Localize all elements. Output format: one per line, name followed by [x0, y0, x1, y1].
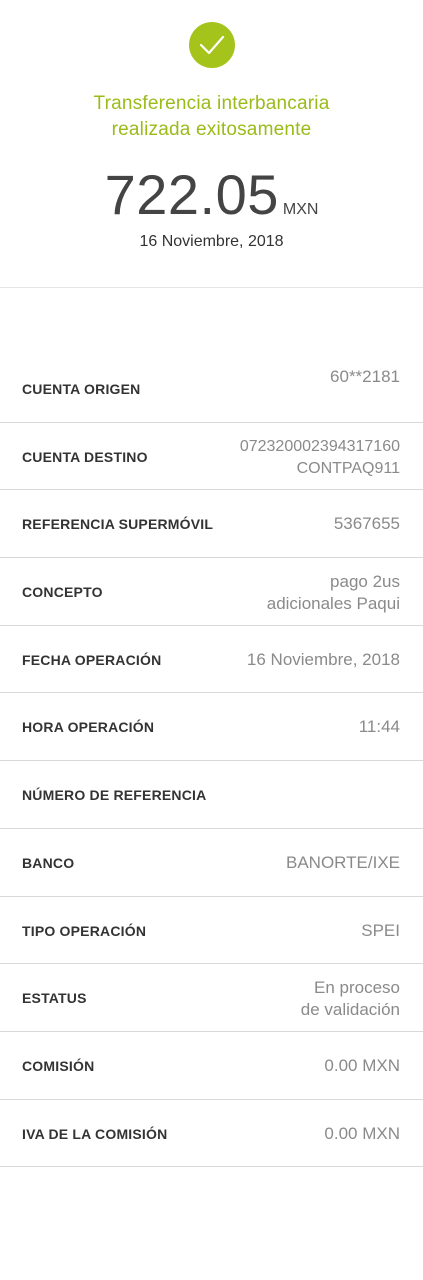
success-title-line2: realizada exitosamente — [111, 119, 312, 140]
success-check-icon — [189, 22, 235, 68]
detail-label: ESTATUS — [22, 990, 87, 1007]
detail-label: CUENTA DESTINO — [22, 448, 148, 465]
detail-label: BANCO — [22, 854, 75, 871]
detail-row-estatus: ESTATUS En proceso de validación — [0, 964, 423, 1032]
detail-value: 0.00 MXN — [324, 1055, 400, 1075]
success-title-line1: Transferencia interbancaria — [93, 93, 330, 114]
detail-row-tipo-operacion: TIPO OPERACIÓN SPEI — [0, 897, 423, 965]
detail-label: CUENTA ORIGEN — [22, 381, 141, 397]
success-title: Transferencia interbancaria realizada ex… — [0, 91, 423, 143]
detail-row-fecha-operacion: FECHA OPERACIÓN 16 Noviembre, 2018 — [0, 626, 423, 694]
detail-value-line1: En proceso — [314, 978, 400, 998]
detail-row-numero-referencia: NÚMERO DE REFERENCIA — [0, 761, 423, 829]
detail-row-comision: COMISIÓN 0.00 MXN — [0, 1032, 423, 1100]
detail-label: HORA OPERACIÓN — [22, 719, 155, 736]
detail-label: TIPO OPERACIÓN — [22, 922, 147, 939]
detail-value-line2: de validación — [300, 1000, 400, 1020]
detail-label: COMISIÓN — [22, 1057, 95, 1074]
detail-row-hora-operacion: HORA OPERACIÓN 11:44 — [0, 693, 423, 762]
detail-value: 60**2181 — [330, 367, 400, 386]
detail-value-line1: pago 2us — [330, 572, 400, 592]
detail-value-line2: adicionales Paqui — [266, 594, 400, 614]
detail-row-cuenta-origen: CUENTA ORIGEN 60**2181 — [0, 355, 423, 423]
detail-label: IVA DE LA COMISIÓN — [22, 1125, 168, 1142]
detail-row-iva-comision: IVA DE LA COMISIÓN 0.00 MXN — [0, 1100, 423, 1168]
detail-value: BANORTE/IXE — [286, 852, 400, 872]
detail-value: En proceso de validación — [301, 977, 400, 1021]
detail-value-line2: CONTPAQ911 — [296, 459, 400, 477]
detail-row-referencia-supermovil: REFERENCIA SUPERMÓVIL 5367655 — [0, 490, 423, 559]
amount-value: 722.05 — [104, 163, 279, 226]
detail-value: 11:44 — [358, 717, 400, 737]
detail-label: NÚMERO DE REFERENCIA — [22, 787, 207, 804]
receipt-header: Transferencia interbancaria realizada ex… — [0, 0, 423, 288]
amount-display: 722.05 MXN — [0, 164, 423, 226]
amount-currency: MXN — [282, 201, 319, 218]
check-icon — [199, 35, 225, 55]
detail-value-line1: 072320002394317160 — [239, 437, 400, 455]
detail-value: 16 Noviembre, 2018 — [246, 649, 400, 669]
detail-label: FECHA OPERACIÓN — [22, 651, 162, 668]
detail-row-cuenta-destino: CUENTA DESTINO 072320002394317160 CONTPA… — [0, 423, 423, 491]
transfer-date: 16 Noviembre, 2018 — [139, 233, 284, 250]
detail-row-banco: BANCO BANORTE/IXE — [0, 829, 423, 897]
detail-value: SPEI — [361, 920, 400, 940]
detail-value: 0.00 MXN — [324, 1123, 400, 1143]
detail-row-concepto: CONCEPTO pago 2us adicionales Paqui — [0, 558, 423, 626]
detail-value: 5367655 — [333, 514, 400, 534]
detail-value: 072320002394317160 CONTPAQ911 — [240, 436, 400, 480]
details-list: CUENTA ORIGEN 60**2181 CUENTA DESTINO 07… — [0, 355, 423, 1168]
detail-label: REFERENCIA SUPERMÓVIL — [22, 516, 214, 533]
detail-label: CONCEPTO — [22, 584, 103, 601]
detail-value: pago 2us adicionales Paqui — [267, 571, 400, 615]
